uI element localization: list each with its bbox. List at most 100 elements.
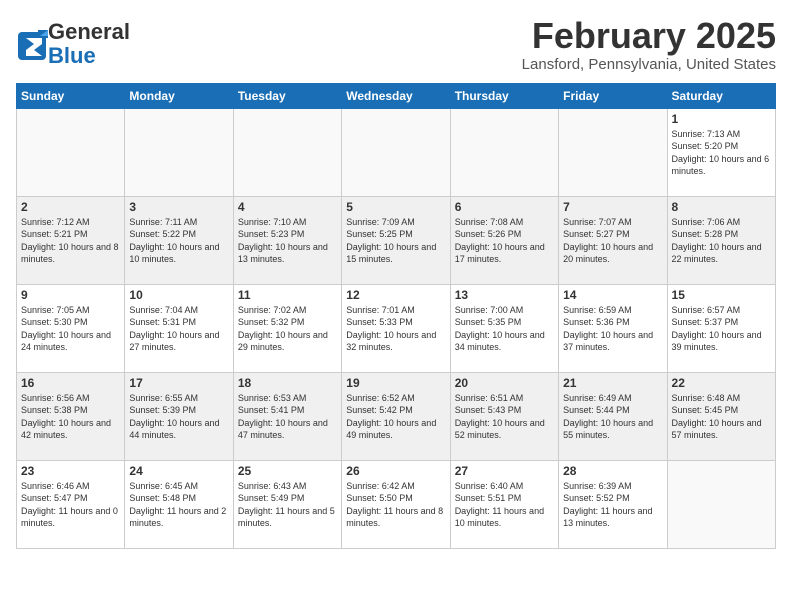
calendar-cell: 21Sunrise: 6:49 AM Sunset: 5:44 PM Dayli… <box>559 372 667 460</box>
day-info: Sunrise: 6:55 AM Sunset: 5:39 PM Dayligh… <box>129 392 228 442</box>
weekday-header-sunday: Sunday <box>17 83 125 108</box>
calendar-cell <box>342 108 450 196</box>
weekday-header-saturday: Saturday <box>667 83 775 108</box>
calendar-cell: 6 Sunrise: 7:08 AM Sunset: 5:26 PM Daylig… <box>450 196 558 284</box>
calendar-cell <box>559 108 667 196</box>
calendar-cell <box>667 460 775 548</box>
day-number: 1 <box>672 112 771 126</box>
calendar-cell: 28 Sunrise: 6:39 AM Sunset: 5:52 PM Dayli… <box>559 460 667 548</box>
day-info: Sunrise: 6:57 AM Sunset: 5:37 PM Dayligh… <box>672 304 771 354</box>
day-number: 15 <box>672 288 771 302</box>
month-title: February 2025 <box>522 16 776 56</box>
calendar-cell: 9 Sunrise: 7:05 AM Sunset: 5:30 PM Daylig… <box>17 284 125 372</box>
day-number: 9 <box>21 288 120 302</box>
day-number: 8 <box>672 200 771 214</box>
week-row-4: 16 Sunrise: 6:56 AM Sunset: 5:38 PM Dayli… <box>17 372 776 460</box>
day-info: Sunrise: 6:59 AM Sunset: 5:36 PM Dayligh… <box>563 304 662 354</box>
day-number: 24 <box>129 464 228 478</box>
calendar-cell: 10 Sunrise: 7:04 AM Sunset: 5:31 PM Dayli… <box>125 284 233 372</box>
day-info: Sunrise: 6:43 AM Sunset: 5:49 PM Dayligh… <box>238 480 337 530</box>
calendar-cell: 11 Sunrise: 7:02 AM Sunset: 5:32 PM Dayli… <box>233 284 341 372</box>
day-info: Sunrise: 6:40 AM Sunset: 5:51 PM Dayligh… <box>455 480 554 530</box>
day-info: Sunrise: 7:02 AM Sunset: 5:32 PM Dayligh… <box>238 304 337 354</box>
day-number: 25 <box>238 464 337 478</box>
day-number: 12 <box>346 288 445 302</box>
week-row-3: 9 Sunrise: 7:05 AM Sunset: 5:30 PM Daylig… <box>17 284 776 372</box>
day-info: Sunrise: 6:39 AM Sunset: 5:52 PM Dayligh… <box>563 480 662 530</box>
day-number: 7 <box>563 200 662 214</box>
day-number: 17 <box>129 376 228 390</box>
day-info: Sunrise: 7:07 AM Sunset: 5:27 PM Dayligh… <box>563 216 662 266</box>
day-number: 5 <box>346 200 445 214</box>
day-info: Sunrise: 7:12 AM Sunset: 5:21 PM Dayligh… <box>21 216 120 266</box>
day-info: Sunrise: 6:49 AM Sunset: 5:44 PM Dayligh… <box>563 392 662 442</box>
day-number: 3 <box>129 200 228 214</box>
weekday-header-monday: Monday <box>125 83 233 108</box>
day-number: 2 <box>21 200 120 214</box>
calendar-cell: 22 Sunrise: 6:48 AM Sunset: 5:45 PM Dayli… <box>667 372 775 460</box>
day-info: Sunrise: 7:06 AM Sunset: 5:28 PM Dayligh… <box>672 216 771 266</box>
calendar-cell: 24 Sunrise: 6:45 AM Sunset: 5:48 PM Dayli… <box>125 460 233 548</box>
day-info: Sunrise: 6:48 AM Sunset: 5:45 PM Dayligh… <box>672 392 771 442</box>
day-info: Sunrise: 6:52 AM Sunset: 5:42 PM Dayligh… <box>346 392 445 442</box>
calendar-cell: 20Sunrise: 6:51 AM Sunset: 5:43 PM Dayli… <box>450 372 558 460</box>
calendar-cell: 17 Sunrise: 6:55 AM Sunset: 5:39 PM Dayli… <box>125 372 233 460</box>
day-info: Sunrise: 7:11 AM Sunset: 5:22 PM Dayligh… <box>129 216 228 266</box>
calendar-cell: 25 Sunrise: 6:43 AM Sunset: 5:49 PM Dayli… <box>233 460 341 548</box>
calendar-cell: 3 Sunrise: 7:11 AM Sunset: 5:22 PM Daylig… <box>125 196 233 284</box>
calendar-cell: 27 Sunrise: 6:40 AM Sunset: 5:51 PM Dayli… <box>450 460 558 548</box>
day-info: Sunrise: 7:08 AM Sunset: 5:26 PM Dayligh… <box>455 216 554 266</box>
day-info: Sunrise: 7:10 AM Sunset: 5:23 PM Dayligh… <box>238 216 337 266</box>
calendar-cell <box>450 108 558 196</box>
day-info: Sunrise: 6:42 AM Sunset: 5:50 PM Dayligh… <box>346 480 445 530</box>
calendar-cell: 14 Sunrise: 6:59 AM Sunset: 5:36 PM Dayli… <box>559 284 667 372</box>
calendar-cell: 16 Sunrise: 6:56 AM Sunset: 5:38 PM Dayli… <box>17 372 125 460</box>
calendar-cell: 26 Sunrise: 6:42 AM Sunset: 5:50 PM Dayli… <box>342 460 450 548</box>
day-number: 23 <box>21 464 120 478</box>
title-block: February 2025 Lansford, Pennsylvania, Un… <box>522 16 776 73</box>
day-number: 11 <box>238 288 337 302</box>
day-info: Sunrise: 6:56 AM Sunset: 5:38 PM Dayligh… <box>21 392 120 442</box>
day-info: Sunrise: 6:53 AM Sunset: 5:41 PM Dayligh… <box>238 392 337 442</box>
weekday-header-friday: Friday <box>559 83 667 108</box>
calendar-cell: 1Sunrise: 7:13 AM Sunset: 5:20 PM Daylig… <box>667 108 775 196</box>
day-number: 20 <box>455 376 554 390</box>
calendar-cell: 4Sunrise: 7:10 AM Sunset: 5:23 PM Daylig… <box>233 196 341 284</box>
weekday-header-tuesday: Tuesday <box>233 83 341 108</box>
calendar-cell <box>125 108 233 196</box>
day-info: Sunrise: 7:05 AM Sunset: 5:30 PM Dayligh… <box>21 304 120 354</box>
calendar-cell: 12Sunrise: 7:01 AM Sunset: 5:33 PM Dayli… <box>342 284 450 372</box>
day-number: 10 <box>129 288 228 302</box>
day-number: 19 <box>346 376 445 390</box>
day-info: Sunrise: 6:46 AM Sunset: 5:47 PM Dayligh… <box>21 480 120 530</box>
weekday-header-wednesday: Wednesday <box>342 83 450 108</box>
calendar-cell: 19 Sunrise: 6:52 AM Sunset: 5:42 PM Dayli… <box>342 372 450 460</box>
calendar-cell: 8 Sunrise: 7:06 AM Sunset: 5:28 PM Daylig… <box>667 196 775 284</box>
day-info: Sunrise: 6:45 AM Sunset: 5:48 PM Dayligh… <box>129 480 228 530</box>
day-number: 6 <box>455 200 554 214</box>
weekday-header-thursday: Thursday <box>450 83 558 108</box>
day-number: 16 <box>21 376 120 390</box>
logo-icon <box>16 30 44 58</box>
logo: General Blue <box>16 20 130 68</box>
week-row-5: 23 Sunrise: 6:46 AM Sunset: 5:47 PM Dayli… <box>17 460 776 548</box>
day-number: 26 <box>346 464 445 478</box>
day-info: Sunrise: 7:04 AM Sunset: 5:31 PM Dayligh… <box>129 304 228 354</box>
location-subtitle: Lansford, Pennsylvania, United States <box>522 56 776 73</box>
page-header: General Blue February 2025 Lansford, Pen… <box>16 16 776 73</box>
logo-text-general: General <box>48 19 130 44</box>
calendar-cell: 18 Sunrise: 6:53 AM Sunset: 5:41 PM Dayli… <box>233 372 341 460</box>
day-number: 18 <box>238 376 337 390</box>
weekday-header-row: SundayMondayTuesdayWednesdayThursdayFrid… <box>17 83 776 108</box>
calendar-cell: 5 Sunrise: 7:09 AM Sunset: 5:25 PM Daylig… <box>342 196 450 284</box>
day-number: 27 <box>455 464 554 478</box>
day-number: 14 <box>563 288 662 302</box>
day-number: 22 <box>672 376 771 390</box>
calendar-cell <box>17 108 125 196</box>
day-info: Sunrise: 7:09 AM Sunset: 5:25 PM Dayligh… <box>346 216 445 266</box>
calendar-table: SundayMondayTuesdayWednesdayThursdayFrid… <box>16 83 776 549</box>
calendar-cell: 7 Sunrise: 7:07 AM Sunset: 5:27 PM Daylig… <box>559 196 667 284</box>
day-number: 28 <box>563 464 662 478</box>
calendar-cell: 2 Sunrise: 7:12 AM Sunset: 5:21 PM Daylig… <box>17 196 125 284</box>
calendar-cell <box>233 108 341 196</box>
